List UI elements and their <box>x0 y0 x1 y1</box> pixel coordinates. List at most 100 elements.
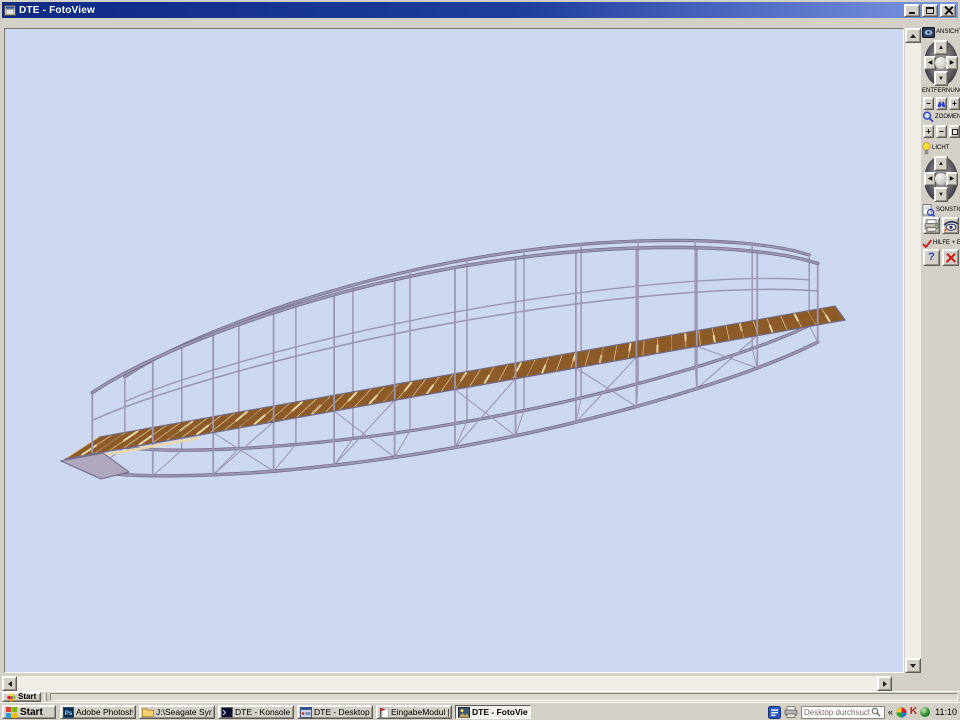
licht-label: LICHT <box>932 145 949 152</box>
titlebar[interactable]: DTE - FotoView <box>2 2 958 18</box>
section-hilfe-ende: HILFE + ENDE <box>922 239 960 248</box>
application-window: DTE - FotoView ANSICHT ▲ <box>0 0 960 720</box>
view-up-button[interactable]: ▲ <box>934 40 948 55</box>
desktop-search-box[interactable] <box>801 706 885 719</box>
search-icon <box>871 707 881 717</box>
light-up-button[interactable]: ▲ <box>934 156 948 171</box>
app-task-strip <box>50 693 958 701</box>
checkmark-icon <box>922 239 932 248</box>
photoshop-icon: Ps <box>63 707 74 718</box>
close-button[interactable] <box>940 4 956 17</box>
viewport-3d[interactable] <box>4 28 904 673</box>
section-ansicht: ANSICHT <box>922 27 960 38</box>
document-magnifier-icon <box>922 204 935 217</box>
arrow-right-icon <box>883 681 887 687</box>
zoom-in-button[interactable]: + <box>923 125 934 138</box>
red-x-icon <box>946 253 956 263</box>
entfernung-label: ENTFERNUNG <box>922 88 960 95</box>
zoomen-label: ZOOMEN <box>935 114 960 121</box>
minimize-button[interactable] <box>904 4 920 17</box>
green-orb-tray-icon[interactable] <box>920 707 930 717</box>
view-down-button[interactable]: ▼ <box>934 71 948 86</box>
view-icon <box>922 27 935 38</box>
question-icon: ? <box>928 252 935 263</box>
app-icon <box>4 5 16 16</box>
section-entfernung: ENTFERNUNG <box>922 88 960 95</box>
flag-pin-icon <box>379 707 389 718</box>
language-indicator-icon[interactable] <box>768 706 781 719</box>
scroll-left-button[interactable] <box>2 676 17 691</box>
app-window-icon <box>300 707 312 718</box>
sonstiges-label: SONSTIGES <box>936 207 960 214</box>
svg-text:Ps: Ps <box>65 711 73 717</box>
arrow-down-icon <box>910 664 916 668</box>
start-button[interactable]: Start <box>2 705 56 719</box>
control-panel: ANSICHT ▲ ▼ ◀ ▶ ENTFERNUNG − + <box>922 18 960 702</box>
help-button[interactable]: ? <box>923 249 940 266</box>
distance-plus-button[interactable]: + <box>949 97 960 110</box>
horizontal-scrollbar[interactable] <box>2 676 892 691</box>
vertical-scrollbar[interactable] <box>905 28 921 673</box>
render-view-button[interactable] <box>942 217 959 234</box>
section-licht: LICHT <box>922 142 949 155</box>
window-title: DTE - FotoView <box>19 5 95 16</box>
printer-icon <box>924 219 939 232</box>
windows-flag-icon <box>6 707 17 718</box>
magnifier-icon <box>922 111 934 123</box>
app-statusbar: Start <box>0 691 960 702</box>
app-start-label: Start <box>18 693 36 701</box>
arrow-left-icon <box>8 681 12 687</box>
task-dte-fotoview[interactable]: DTE - FotoView <box>455 705 531 719</box>
misc-buttons <box>923 217 959 234</box>
dpad-center <box>935 173 947 185</box>
taskbar-clock: 11:10 <box>933 707 957 717</box>
task-eingabemodul[interactable]: EingabeModul [Bauchwee... <box>376 705 452 719</box>
distance-auto-button[interactable] <box>936 97 947 110</box>
task-label: DTE - Desktop Engineeri... <box>314 707 370 717</box>
toolbar-handle[interactable] <box>44 693 47 701</box>
printer-tray-icon[interactable] <box>784 706 798 718</box>
hilfe-label: HILFE + ENDE <box>933 240 960 247</box>
app-start-button[interactable]: Start <box>2 692 41 702</box>
zoom-rect-icon <box>952 129 958 135</box>
task-label: DTE - FotoView <box>472 707 528 717</box>
exit-button[interactable] <box>942 249 959 266</box>
help-exit-buttons: ? <box>923 249 959 266</box>
photo-icon <box>458 707 470 718</box>
scroll-down-button[interactable] <box>905 658 921 673</box>
folder-icon <box>142 707 154 717</box>
taskbar-right-cluster: « K 11:10 <box>768 705 957 719</box>
zoom-out-button[interactable]: − <box>936 125 947 138</box>
binoculars-icon <box>937 100 946 108</box>
print-button[interactable] <box>923 217 940 234</box>
light-down-button[interactable]: ▼ <box>934 187 948 202</box>
pinwheel-tray-icon[interactable] <box>896 707 907 718</box>
scroll-right-button[interactable] <box>877 676 892 691</box>
eye-icon <box>943 219 958 232</box>
search-input[interactable] <box>804 708 870 717</box>
zoom-buttons: + − <box>923 125 960 138</box>
view-dpad: ▲ ▼ ◀ ▶ <box>924 40 958 86</box>
distance-minus-button[interactable]: − <box>923 97 934 110</box>
k-tray-icon[interactable]: K <box>910 707 917 717</box>
task-explorer-folder[interactable]: J:\Seagate Sync\SyncRe... <box>139 705 215 719</box>
distance-buttons: − + <box>923 97 960 110</box>
start-label: Start <box>20 707 43 718</box>
view-right-button[interactable]: ▶ <box>946 56 958 70</box>
task-dte-konsole[interactable]: DTE - Konsole <box>218 705 294 719</box>
light-right-button[interactable]: ▶ <box>946 172 958 186</box>
light-dpad: ▲ ▼ ◀ ▶ <box>924 156 958 202</box>
arrow-up-icon <box>910 34 916 38</box>
task-photoshop[interactable]: Ps Adobe Photoshop CS3 E... <box>60 705 136 719</box>
task-label: EingabeModul [Bauchwee... <box>391 707 449 717</box>
flower-icon <box>7 693 16 702</box>
windows-taskbar: Start Ps Adobe Photoshop CS3 E... J:\Sea… <box>0 702 960 720</box>
scroll-up-button[interactable] <box>905 28 921 43</box>
task-dte-desktop-engineering[interactable]: DTE - Desktop Engineeri... <box>297 705 373 719</box>
tray-expand-chevron[interactable]: « <box>888 708 893 717</box>
task-label: Adobe Photoshop CS3 E... <box>76 707 133 717</box>
maximize-button[interactable] <box>922 4 938 17</box>
ansicht-label: ANSICHT <box>936 29 960 36</box>
console-icon <box>221 707 233 718</box>
zoom-window-button[interactable] <box>949 125 960 138</box>
